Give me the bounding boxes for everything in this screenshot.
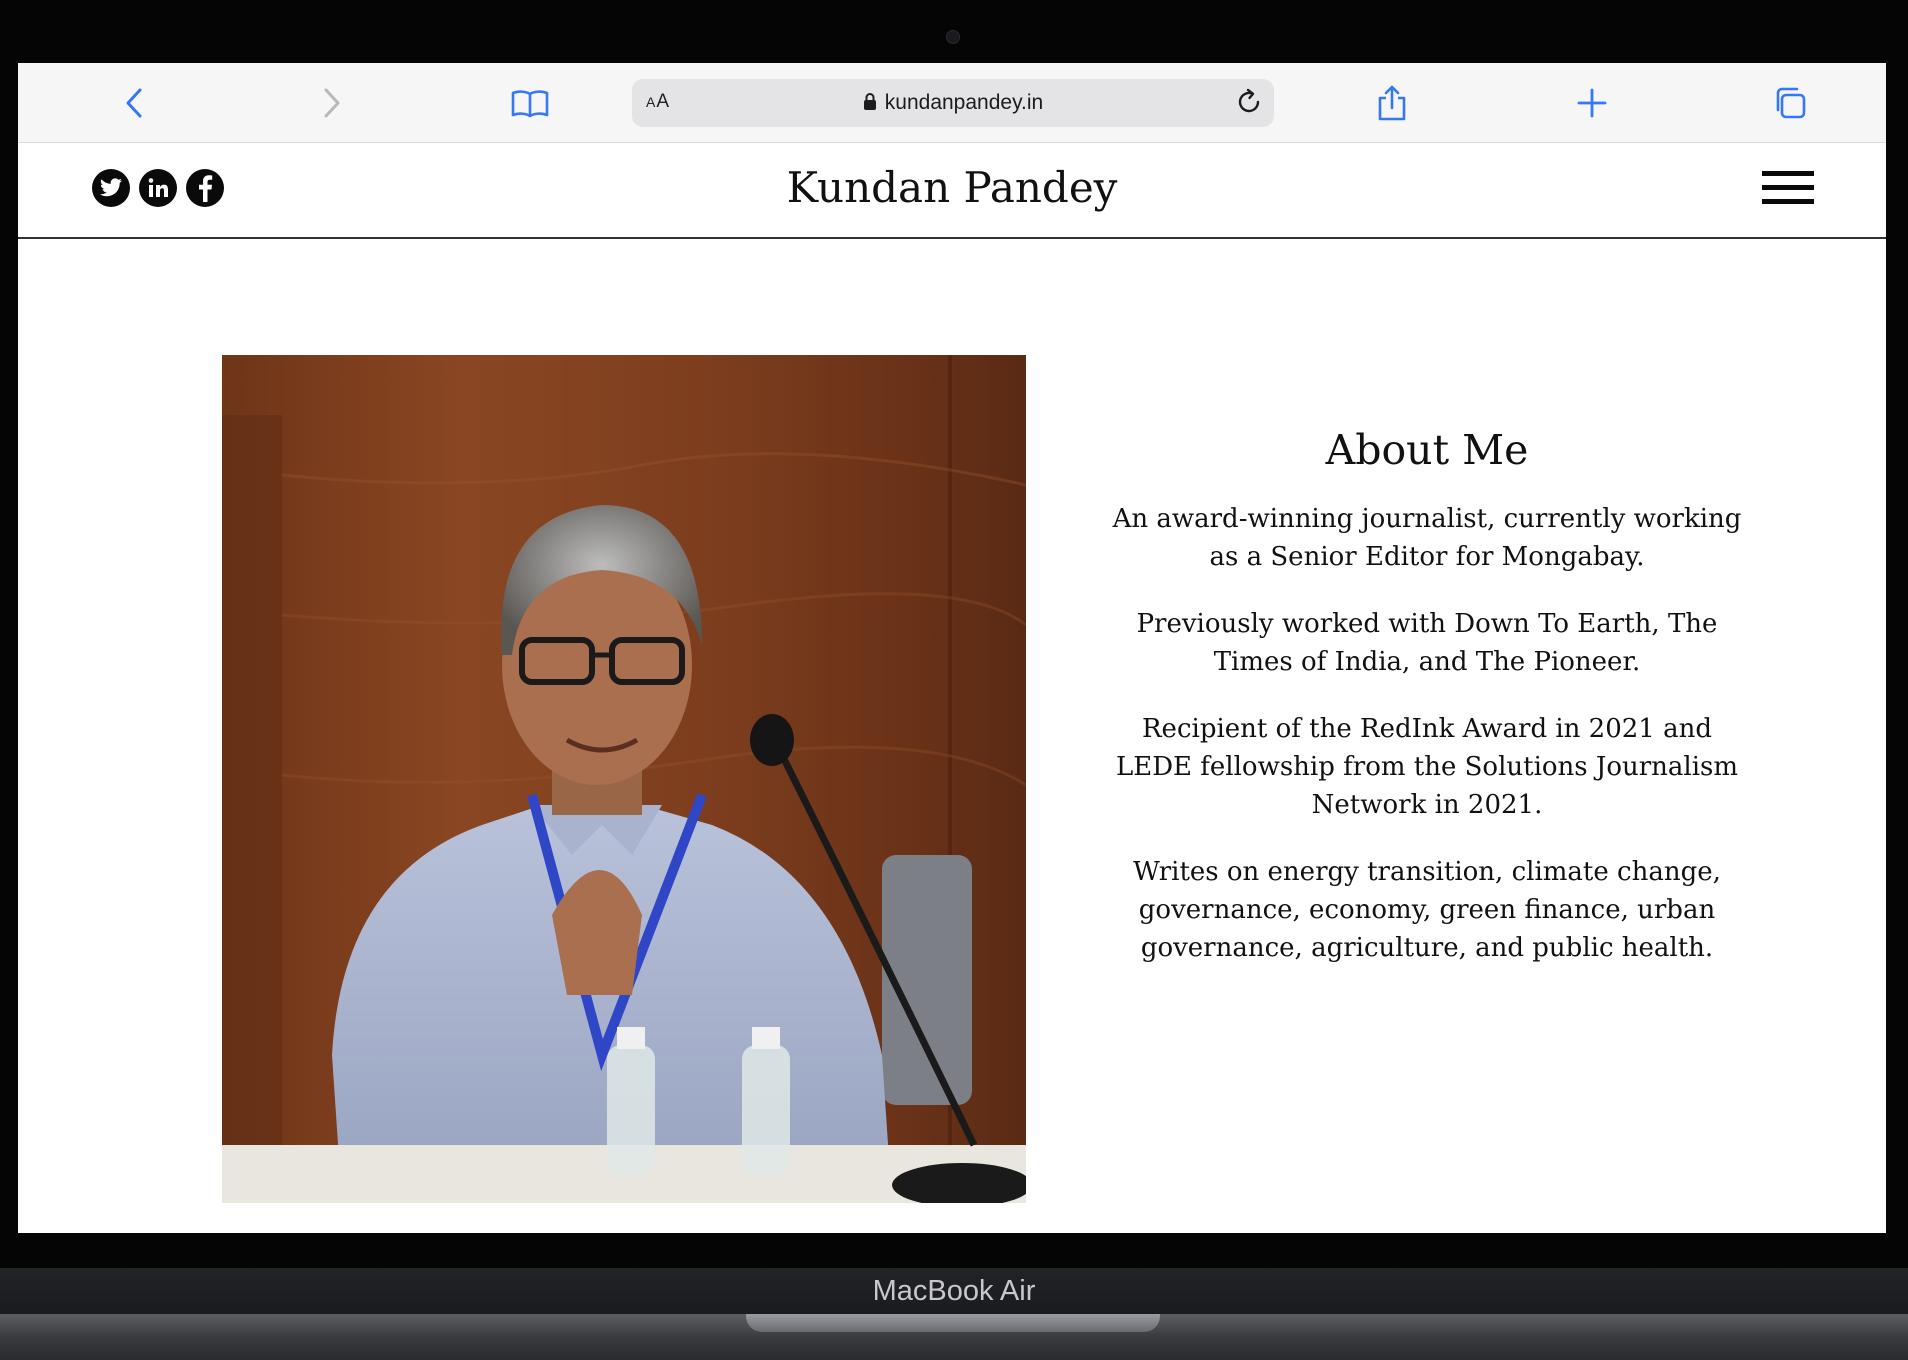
about-paragraph: Previously worked with Down To Earth, Th… (1136, 609, 1718, 677)
site-header: Kundan Pandey (18, 143, 1886, 239)
about-heading: About Me (1325, 426, 1529, 474)
reload-button[interactable] (1234, 87, 1264, 122)
plus-icon (1577, 88, 1607, 118)
laptop-hinge: MacBook Air (0, 1268, 1908, 1314)
chevron-right-icon (324, 88, 340, 118)
laptop-notch (746, 1314, 1160, 1332)
browser-toolbar: AA kundanpandey.in (18, 63, 1886, 143)
about-paragraph: Writes on energy transition, climate cha… (1133, 857, 1721, 963)
share-icon (1378, 85, 1406, 121)
device-label: MacBook Air (872, 1275, 1036, 1307)
about-paragraph: An award-winning journalist, currently w… (1112, 504, 1742, 572)
about-paragraph: Recipient of the RedInk Award in 2021 an… (1115, 714, 1739, 820)
back-button[interactable] (114, 83, 154, 123)
new-tab-button[interactable] (1572, 83, 1612, 123)
tabs-icon (1776, 87, 1806, 119)
tabs-overview-button[interactable] (1770, 83, 1810, 123)
chevron-left-icon (126, 88, 142, 118)
share-button[interactable] (1372, 83, 1412, 123)
site-title[interactable]: Kundan Pandey (18, 163, 1886, 212)
profile-photo (222, 355, 1026, 1203)
address-bar[interactable]: AA kundanpandey.in (632, 79, 1274, 127)
forward-button[interactable] (312, 83, 352, 123)
browser-screen: AA kundanpandey.in Kundan Pandey About M… (18, 63, 1886, 1233)
camera-icon (946, 30, 960, 44)
hamburger-menu-icon[interactable] (1762, 171, 1814, 211)
reload-icon (1238, 88, 1260, 113)
bookmarks-button[interactable] (510, 83, 550, 123)
book-icon (511, 90, 549, 118)
laptop-bezel: AA kundanpandey.in Kundan Pandey About M… (0, 0, 1908, 1268)
about-section: About Me An award-winning journalist, cu… (1112, 426, 1742, 996)
lock-icon (863, 93, 876, 110)
url-text: kundanpandey.in (884, 91, 1044, 114)
